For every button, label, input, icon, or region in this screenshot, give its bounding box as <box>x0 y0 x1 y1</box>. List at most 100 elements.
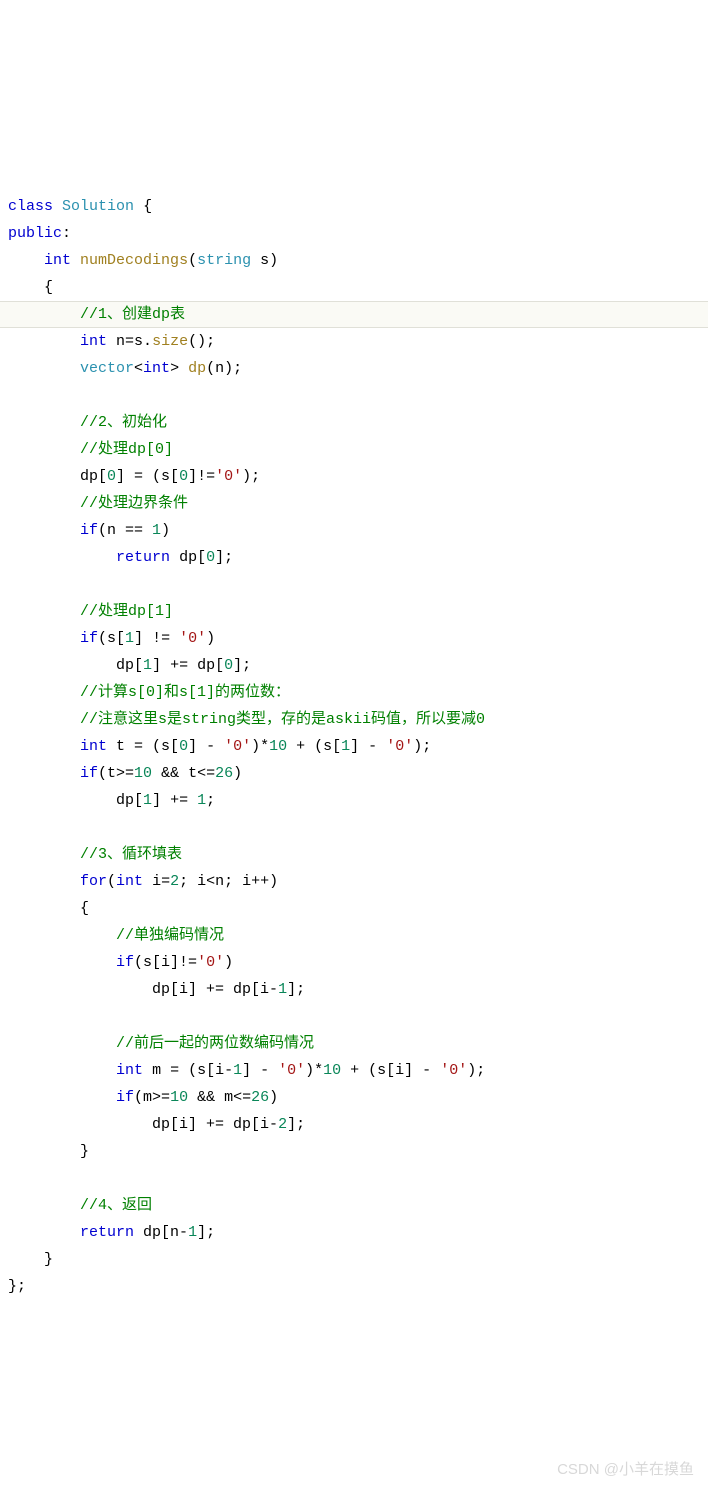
code: ) <box>224 954 233 971</box>
code: ]; <box>287 1116 305 1133</box>
keyword: if <box>80 522 98 539</box>
type: int <box>116 1062 143 1079</box>
code: (m>= <box>134 1089 170 1106</box>
code: ); <box>413 738 431 755</box>
colon: : <box>62 225 71 242</box>
keyword: for <box>80 873 107 890</box>
function: numDecodings <box>80 252 188 269</box>
type: int <box>116 873 143 890</box>
param: s <box>260 252 269 269</box>
code: m = (s[i- <box>152 1062 233 1079</box>
code: ); <box>467 1062 485 1079</box>
keyword: return <box>80 1224 134 1241</box>
number: 1 <box>143 792 152 809</box>
comment: //前后一起的两位数编码情况 <box>116 1035 314 1052</box>
type: int <box>44 252 71 269</box>
code: dp[i] += dp[i- <box>152 981 278 998</box>
function: dp <box>188 360 206 377</box>
comment: //单独编码情况 <box>116 927 224 944</box>
code: dp[ <box>116 657 143 674</box>
code: (s[i]!= <box>134 954 197 971</box>
code: ; i<n; i++) <box>179 873 278 890</box>
paren: ) <box>269 252 278 269</box>
code: ]; <box>215 549 233 566</box>
number: 10 <box>269 738 287 755</box>
number: 1 <box>125 630 134 647</box>
code: n=s. <box>116 333 152 350</box>
keyword: if <box>116 954 134 971</box>
brace: { <box>143 198 152 215</box>
string: '0' <box>440 1062 467 1079</box>
code: )* <box>305 1062 323 1079</box>
code: ] += dp[ <box>152 657 224 674</box>
code: ) <box>233 765 242 782</box>
comment: //处理边界条件 <box>80 495 188 512</box>
number: 26 <box>215 765 233 782</box>
code: > <box>170 360 188 377</box>
code: && t<= <box>152 765 215 782</box>
number: 1 <box>143 657 152 674</box>
type: vector <box>80 360 134 377</box>
number: 0 <box>206 549 215 566</box>
number: 0 <box>224 657 233 674</box>
code: ) <box>161 522 170 539</box>
number: 10 <box>323 1062 341 1079</box>
number: 2 <box>278 1116 287 1133</box>
code: ; <box>206 792 215 809</box>
code: < <box>134 360 143 377</box>
number: 1 <box>152 522 161 539</box>
string: '0' <box>278 1062 305 1079</box>
brace: }; <box>8 1278 26 1295</box>
code: dp[ <box>80 468 107 485</box>
brace: } <box>80 1143 89 1160</box>
keyword: if <box>80 765 98 782</box>
string: '0' <box>215 468 242 485</box>
number: 0 <box>107 468 116 485</box>
code: ]!= <box>188 468 215 485</box>
number: 2 <box>170 873 179 890</box>
comment: //处理dp[1] <box>80 603 173 620</box>
code: (n == <box>98 522 152 539</box>
paren: ( <box>188 252 197 269</box>
watermark: CSDN @小羊在摸鱼 <box>557 1456 694 1483</box>
code: dp[ <box>116 792 143 809</box>
comment: //2、初始化 <box>80 414 167 431</box>
code: (n); <box>206 360 242 377</box>
code: ]; <box>233 657 251 674</box>
comment: //注意这里s是string类型，存的是askii码值，所以要减0 <box>80 711 485 728</box>
code-block: class Solution { public: int numDecoding… <box>8 166 708 1300</box>
brace: { <box>80 900 89 917</box>
number: 1 <box>341 738 350 755</box>
type: string <box>197 252 251 269</box>
type: Solution <box>62 198 134 215</box>
number: 1 <box>278 981 287 998</box>
comment: //处理dp[0] <box>80 441 173 458</box>
code: ] - <box>188 738 224 755</box>
code: ) <box>269 1089 278 1106</box>
code: dp[n- <box>143 1224 188 1241</box>
number: 26 <box>251 1089 269 1106</box>
code: )* <box>251 738 269 755</box>
number: 10 <box>134 765 152 782</box>
brace: } <box>44 1251 53 1268</box>
code: ] != <box>134 630 179 647</box>
code: ( <box>107 873 116 890</box>
code: ) <box>206 630 215 647</box>
keyword: class <box>8 198 53 215</box>
string: '0' <box>197 954 224 971</box>
code: ); <box>242 468 260 485</box>
function: size <box>152 333 188 350</box>
comment: //3、循环填表 <box>80 846 182 863</box>
code: ]; <box>197 1224 215 1241</box>
type: int <box>80 738 107 755</box>
type: int <box>80 333 107 350</box>
comment: //计算s[0]和s[1]的两位数： <box>80 684 290 701</box>
code: ] += <box>152 792 197 809</box>
number: 10 <box>170 1089 188 1106</box>
code: ] - <box>242 1062 278 1079</box>
string: '0' <box>224 738 251 755</box>
number: 1 <box>197 792 206 809</box>
code: ] - <box>350 738 386 755</box>
comment: //1、创建dp表 <box>80 306 185 323</box>
number: 0 <box>179 468 188 485</box>
